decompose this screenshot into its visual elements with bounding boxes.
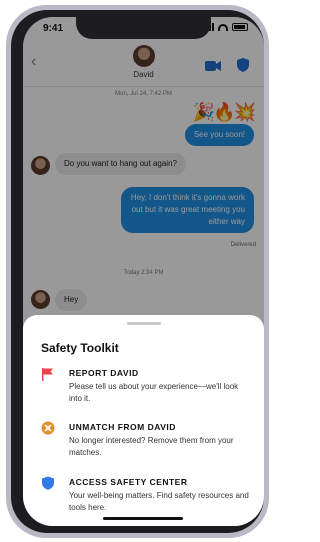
safety-center-option[interactable]: ACCESS SAFETY CENTER Your well-being mat…	[41, 476, 256, 516]
report-option[interactable]: REPORT DAVID Please tell us about your e…	[41, 367, 256, 407]
option-title: REPORT DAVID	[69, 368, 139, 378]
unmatch-x-icon	[41, 421, 55, 435]
option-description: Your well-being matters. Find safety res…	[69, 491, 249, 512]
home-indicator[interactable]	[103, 517, 183, 520]
phone-screen: 9:41 ‹ David Mon, Jul 24, 7:42 PM 🎉🔥💥 Se…	[23, 17, 264, 526]
option-title: UNMATCH FROM DAVID	[69, 422, 176, 432]
shield-icon	[42, 476, 54, 490]
option-description: Please tell us about your experience—we'…	[69, 382, 239, 403]
safety-toolkit-sheet: Safety Toolkit REPORT DAVID Please tell …	[23, 315, 264, 526]
sheet-title: Safety Toolkit	[41, 341, 119, 355]
drag-handle[interactable]	[127, 322, 161, 325]
option-description: No longer interested? Remove them from y…	[69, 436, 234, 457]
notch	[76, 17, 211, 39]
flag-icon	[42, 368, 53, 381]
unmatch-option[interactable]: UNMATCH FROM DAVID No longer interested?…	[41, 421, 256, 461]
option-title: ACCESS SAFETY CENTER	[69, 477, 188, 487]
